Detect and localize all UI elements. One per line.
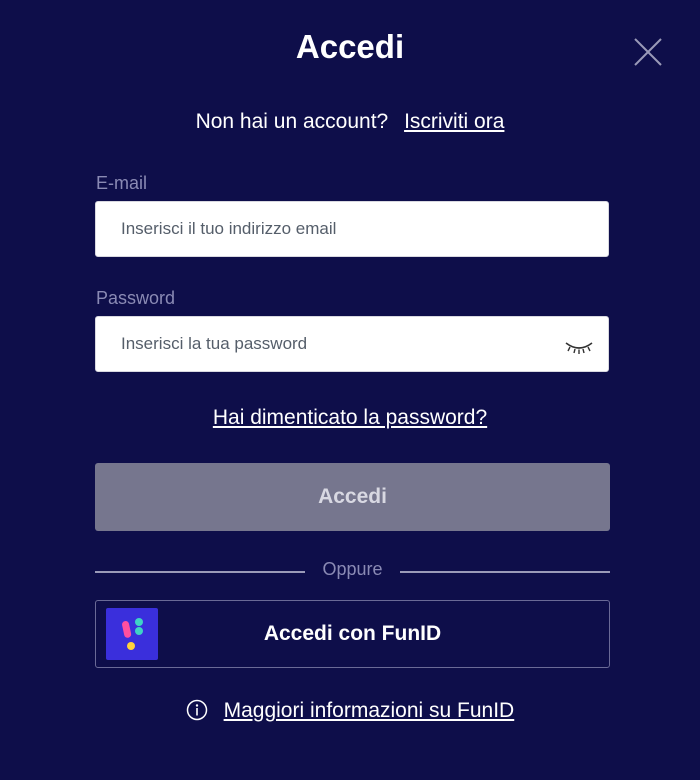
forgot-password-link[interactable]: Hai dimenticato la password? xyxy=(213,406,487,429)
funid-login-button[interactable]: Accedi con FunID xyxy=(95,600,610,668)
info-icon xyxy=(186,699,208,721)
email-field-box xyxy=(95,201,609,257)
email-field[interactable] xyxy=(96,202,561,256)
eye-closed-icon[interactable] xyxy=(564,337,594,357)
page-title: Accedi xyxy=(295,28,405,65)
more-info-row: Maggiori informazioni su FunID xyxy=(0,699,700,723)
password-field-box xyxy=(95,316,609,372)
password-field[interactable] xyxy=(96,317,561,371)
signup-link[interactable]: Iscriviti ora xyxy=(404,110,504,133)
forgot-password-row: Hai dimenticato la password? xyxy=(0,406,700,430)
login-modal: Accedi Non hai un account? Iscriviti ora… xyxy=(0,0,700,780)
divider-text: Oppure xyxy=(322,559,383,579)
funid-button-label: Accedi con FunID xyxy=(263,622,442,645)
email-label: E-mail xyxy=(96,173,148,193)
signup-question: Non hai un account? xyxy=(195,110,389,133)
signup-prompt: Non hai un account? Iscriviti ora xyxy=(0,110,700,134)
divider-line-left xyxy=(95,571,305,573)
login-button[interactable]: Accedi xyxy=(95,463,610,531)
close-icon[interactable] xyxy=(632,36,664,68)
password-label: Password xyxy=(96,288,176,308)
divider-line-right xyxy=(400,571,610,573)
more-info-link[interactable]: Maggiori informazioni su FunID xyxy=(224,699,515,722)
